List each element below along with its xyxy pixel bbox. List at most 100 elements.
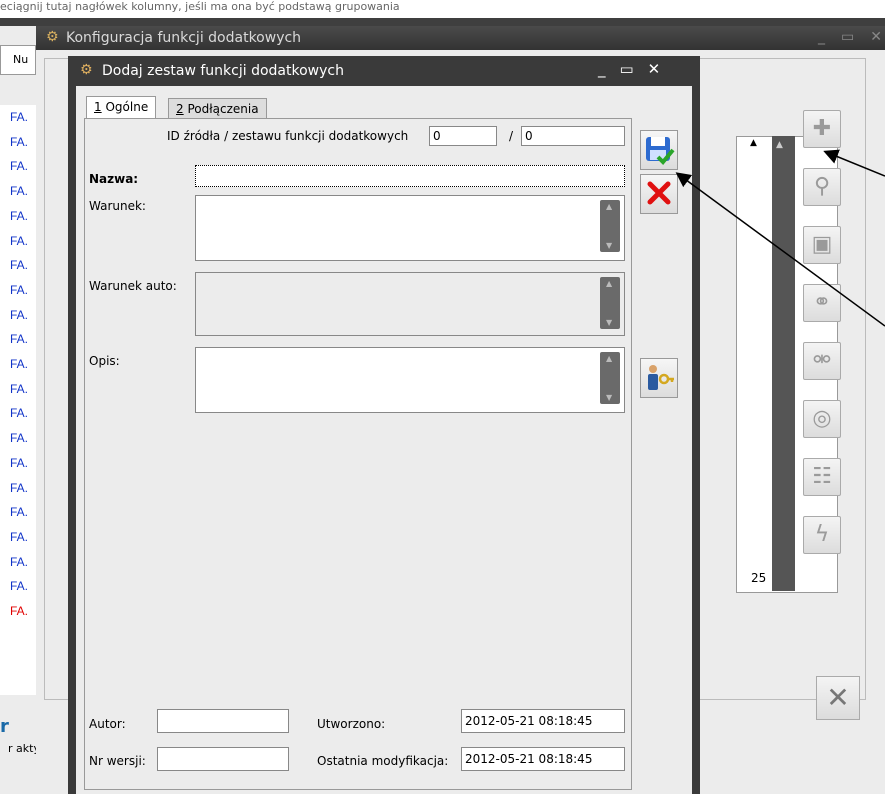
- document-row-label[interactable]: FA.: [10, 258, 28, 272]
- wersja-input[interactable]: [157, 747, 289, 771]
- cancel-button[interactable]: [640, 174, 678, 214]
- id-separator: /: [509, 129, 514, 143]
- add-icon: ✚: [812, 116, 832, 141]
- unlink-button[interactable]: ⚮: [803, 342, 841, 380]
- tab-ogolne-key: 1: [94, 100, 102, 114]
- save-icon: [646, 137, 675, 165]
- nazwa-label: Nazwa:: [89, 172, 139, 186]
- lightning-button[interactable]: ϟ: [803, 516, 841, 554]
- user-key-icon: [648, 365, 674, 390]
- opis-scrollbar[interactable]: ▲ ▼: [600, 352, 620, 404]
- edit-icon: ⚲: [813, 174, 831, 199]
- id-source-field[interactable]: 0: [429, 126, 497, 146]
- dialog-icon: ⚙: [80, 62, 93, 78]
- lightning-icon: ϟ: [814, 522, 830, 547]
- record-count: 25: [751, 571, 767, 585]
- dialog-title: Dodaj zestaw funkcji dodatkowych: [102, 63, 344, 79]
- background-header: eciągnij tutaj nagłówek kolumny, jeśli m…: [0, 0, 885, 18]
- warunek-auto-scrollbar[interactable]: ▲ ▼: [600, 277, 620, 329]
- utworzono-label: Utworzono:: [317, 717, 386, 731]
- document-row-label[interactable]: FA.: [10, 234, 28, 248]
- scroll-up-icon[interactable]: ▲: [776, 140, 783, 150]
- general-tab-panel: ID źródła / zestawu funkcji dodatkowych …: [84, 118, 632, 790]
- background-letter: r: [0, 716, 9, 737]
- list-button[interactable]: ☷: [803, 458, 841, 496]
- id-set-field[interactable]: 0: [521, 126, 625, 146]
- tab-podlaczenia-key: 2: [176, 102, 184, 116]
- autor-input[interactable]: [157, 709, 289, 733]
- add-button[interactable]: ✚: [803, 110, 841, 148]
- scroll-up-icon[interactable]: ▲: [606, 202, 612, 211]
- document-row-label[interactable]: FA.: [10, 184, 28, 198]
- warunek-scrollbar[interactable]: ▲ ▼: [600, 200, 620, 252]
- tab-podlaczenia[interactable]: 2 Podłączenia: [168, 98, 267, 120]
- scroll-down-icon[interactable]: ▼: [606, 393, 612, 402]
- sort-up-icon: ▲: [750, 138, 757, 148]
- binoculars-button[interactable]: ◎: [803, 400, 841, 438]
- document-row-label[interactable]: FA.: [10, 283, 28, 297]
- config-window-controls[interactable]: _▭✕: [818, 29, 885, 45]
- config-window-icon: ⚙: [46, 29, 59, 45]
- document-row-label[interactable]: FA.: [10, 579, 28, 593]
- document-row-label[interactable]: FA.: [10, 332, 28, 346]
- document-row-label[interactable]: FA.: [10, 159, 28, 173]
- delete-button[interactable]: ▣: [803, 226, 841, 264]
- document-row-label[interactable]: FA.: [10, 209, 28, 223]
- close-button[interactable]: ✕: [816, 676, 860, 720]
- link-icon: ⚭: [812, 290, 832, 315]
- warunek-auto-label: Warunek auto:: [89, 279, 177, 293]
- modyfikacja-field: 2012-05-21 08:18:45: [461, 747, 625, 771]
- document-row-label[interactable]: FA.: [10, 357, 28, 371]
- group-hint-text: eciągnij tutaj nagłówek kolumny, jeśli m…: [0, 0, 400, 13]
- permissions-button[interactable]: [640, 358, 678, 398]
- background-tab[interactable]: Nu: [0, 45, 36, 75]
- tab-podlaczenia-label: Podłączenia: [187, 102, 259, 116]
- autor-label: Autor:: [89, 717, 126, 731]
- document-row-label[interactable]: FA.: [10, 456, 28, 470]
- nazwa-input[interactable]: [195, 165, 625, 187]
- modyfikacja-label: Ostatnia modyfikacja:: [317, 754, 449, 768]
- document-row-label[interactable]: FA.: [10, 530, 28, 544]
- config-list-scrollbar[interactable]: ▲: [772, 136, 795, 591]
- list-icon: ☷: [812, 464, 832, 489]
- dialog-window-controls[interactable]: _▭✕: [598, 60, 674, 78]
- config-list-header[interactable]: ▲: [736, 136, 772, 152]
- dialog-body: 1 Ogólne 2 Podłączenia ID źródła / zesta…: [76, 86, 692, 794]
- opis-textarea[interactable]: ▲ ▼: [195, 347, 625, 413]
- document-row-label[interactable]: FA.: [10, 505, 28, 519]
- opis-label: Opis:: [89, 354, 120, 368]
- document-row-label[interactable]: FA.: [10, 382, 28, 396]
- tab-ogolne[interactable]: 1 Ogólne: [86, 96, 157, 118]
- tab-ogolne-label: Ogólne: [105, 100, 149, 114]
- scroll-down-icon[interactable]: ▼: [606, 318, 612, 327]
- add-set-dialog: ⚙ Dodaj zestaw funkcji dodatkowych _▭✕ 1…: [68, 56, 700, 794]
- config-window-titlebar[interactable]: ⚙ Konfiguracja funkcji dodatkowych _▭✕: [36, 26, 885, 50]
- scroll-up-icon[interactable]: ▲: [606, 354, 612, 363]
- background-title-bar: [0, 18, 885, 26]
- document-row-label[interactable]: FA.: [10, 555, 28, 569]
- warunek-textarea[interactable]: ▲ ▼: [195, 195, 625, 261]
- id-label: ID źródła / zestawu funkcji dodatkowych: [167, 129, 409, 143]
- document-row-label[interactable]: FA.: [10, 481, 28, 495]
- wersja-label: Nr wersji:: [89, 754, 146, 768]
- config-window-title: Konfiguracja funkcji dodatkowych: [66, 30, 302, 46]
- document-row-label[interactable]: FA.: [10, 308, 28, 322]
- unlink-icon: ⚮: [812, 348, 832, 373]
- document-row-label[interactable]: FA.: [10, 431, 28, 445]
- scroll-down-icon[interactable]: ▼: [606, 241, 612, 250]
- document-row-label[interactable]: FA.: [10, 110, 28, 124]
- cancel-icon: [647, 181, 671, 205]
- document-row-label[interactable]: FA.: [10, 135, 28, 149]
- save-button[interactable]: [640, 130, 678, 170]
- background-tab-label: Nu: [13, 53, 29, 66]
- document-row-label[interactable]: FA.: [10, 406, 28, 420]
- edit-button[interactable]: ⚲: [803, 168, 841, 206]
- document-row-label[interactable]: FA.: [10, 604, 28, 618]
- binoculars-icon: ◎: [812, 406, 832, 431]
- delete-icon: ▣: [811, 232, 833, 257]
- warunek-auto-textarea: ▲ ▼: [195, 272, 625, 336]
- utworzono-field: 2012-05-21 08:18:45: [461, 709, 625, 733]
- warunek-label: Warunek:: [89, 199, 146, 213]
- scroll-up-icon[interactable]: ▲: [606, 279, 612, 288]
- link-button[interactable]: ⚭: [803, 284, 841, 322]
